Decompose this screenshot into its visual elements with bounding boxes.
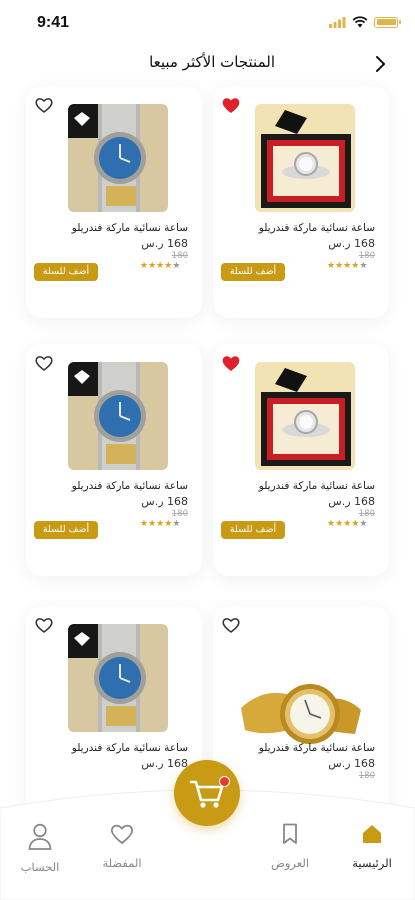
heart-icon[interactable] [34, 616, 54, 634]
nav-home-label: الرئيسية [352, 856, 392, 870]
product-image [255, 104, 355, 212]
chevron-right-icon[interactable] [370, 54, 390, 74]
rating-stars: ★★★★★ [327, 261, 367, 271]
product-image[interactable] [255, 104, 355, 212]
product-name: ساعة نسائية ماركة فندريلو [71, 742, 188, 754]
product-name: ساعة نسائية ماركة فندريلو [258, 480, 375, 492]
product-old-price: 180 [358, 251, 375, 261]
star-icon: ★ [148, 519, 157, 529]
star-icon: ★ [335, 261, 344, 271]
bookmark-icon [283, 823, 297, 844]
nav-offers-label: العروض [270, 856, 310, 870]
product-image [68, 624, 168, 732]
product-image[interactable] [255, 362, 355, 470]
status-bar: 9:41 [0, 0, 415, 44]
product-card[interactable]: ساعة نسائية ماركة فندريلو 168 ر.س 180 ★★★★★… [26, 86, 202, 318]
nav-favorites-label: المفضلة [102, 856, 142, 870]
add-to-cart-button[interactable]: أضف للسلة [34, 263, 98, 281]
star-icon: ★ [359, 519, 368, 529]
product-old-price: 180 [171, 251, 188, 261]
product-card[interactable]: ساعة نسائية ماركة فندريلو 168 ر.س 180 ★★★★★… [213, 86, 389, 318]
star-icon: ★ [140, 261, 149, 271]
page-title: المنتجات الأكثر مبيعا [149, 53, 275, 71]
product-name: ساعة نسائية ماركة فندريلو [71, 480, 188, 492]
star-icon: ★ [327, 261, 336, 271]
product-image[interactable] [68, 362, 168, 470]
rating-stars: ★★★★★ [140, 519, 180, 529]
nav-home[interactable]: الرئيسية [332, 822, 412, 870]
product-image[interactable] [68, 104, 168, 212]
nav-account[interactable]: الحساب [0, 822, 80, 874]
product-price: 168 ر.س [141, 495, 188, 508]
nav-account-label: الحساب [20, 860, 60, 874]
star-icon: ★ [148, 261, 157, 271]
heart-icon[interactable] [34, 354, 54, 372]
cart-button[interactable] [174, 760, 240, 826]
add-to-cart-button[interactable]: أضف للسلة [221, 521, 285, 539]
product-old-price: 180 [358, 509, 375, 519]
heart-icon [110, 824, 134, 845]
rating-stars: ★★★★★ [327, 519, 367, 529]
product-image [68, 104, 168, 212]
wifi-icon [352, 16, 368, 28]
home-icon [363, 825, 381, 843]
product-card[interactable]: ساعة نسائية ماركة فندريلو 168 ر.س 180 ★★★★★… [26, 344, 202, 576]
star-icon: ★ [172, 519, 181, 529]
star-icon: ★ [359, 261, 368, 271]
product-card[interactable]: ساعة نسائية ماركة فندريلو 168 ر.س 180 ★★★★★… [213, 344, 389, 576]
product-name: ساعة نسائية ماركة فندريلو [258, 742, 375, 754]
add-to-cart-button[interactable]: أضف للسلة [34, 521, 98, 539]
heart-icon[interactable] [34, 96, 54, 114]
cart-icon [189, 780, 224, 808]
status-icons [329, 16, 401, 28]
page-header: المنتجات الأكثر مبيعا [0, 48, 415, 80]
battery-icon [374, 16, 401, 28]
status-time: 9:41 [37, 14, 70, 31]
product-name: ساعة نسائية ماركة فندريلو [258, 222, 375, 234]
product-image [68, 362, 168, 470]
product-image[interactable] [68, 624, 168, 732]
star-icon: ★ [335, 519, 344, 529]
product-price: 168 ر.س [141, 237, 188, 250]
heart-filled-icon[interactable] [221, 96, 241, 114]
cart-badge [219, 776, 230, 787]
product-image [255, 362, 355, 470]
star-icon: ★ [327, 519, 336, 529]
product-price: 168 ر.س [328, 757, 375, 770]
add-to-cart-button[interactable]: أضف للسلة [221, 263, 285, 281]
nav-offers[interactable]: العروض [250, 822, 330, 870]
heart-filled-icon[interactable] [221, 354, 241, 372]
product-price: 168 ر.س [328, 237, 375, 250]
product-name: ساعة نسائية ماركة فندريلو [71, 222, 188, 234]
user-icon [28, 823, 52, 850]
product-price: 168 ر.س [328, 495, 375, 508]
rating-stars: ★★★★★ [140, 261, 180, 271]
star-icon: ★ [172, 261, 181, 271]
signal-icon [329, 16, 346, 28]
nav-favorites[interactable]: المفضلة [82, 822, 162, 870]
heart-icon[interactable] [221, 616, 241, 634]
product-old-price: 180 [171, 509, 188, 519]
star-icon: ★ [140, 519, 149, 529]
